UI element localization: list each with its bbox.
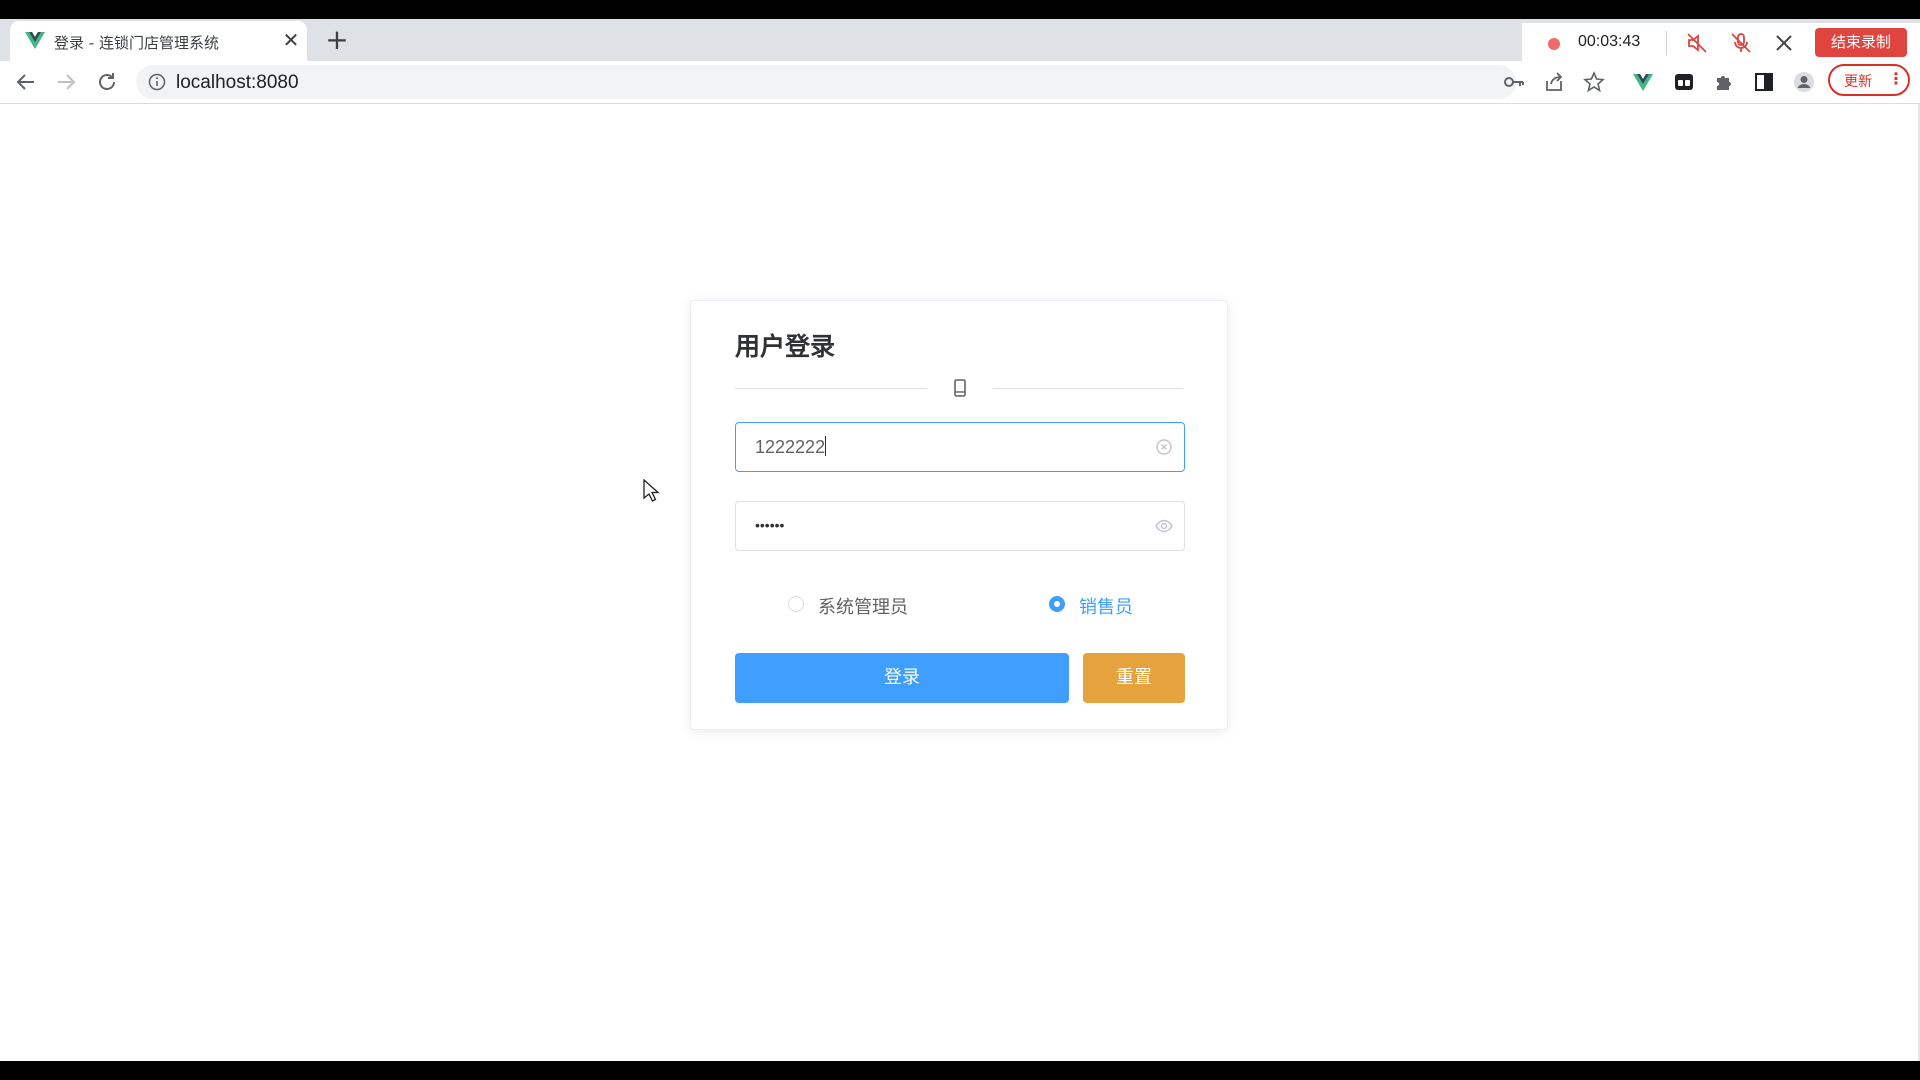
login-title: 用户登录 [735, 332, 836, 361]
mobile-phone-icon [954, 379, 966, 397]
radio-label[interactable]: 销售员 [1079, 593, 1133, 619]
divider-line [993, 388, 1183, 389]
extension-app-icon[interactable] [1673, 71, 1695, 93]
radio-circle[interactable] [788, 596, 804, 612]
profile-avatar-icon[interactable] [1793, 71, 1815, 93]
recorder-divider [1666, 31, 1667, 55]
screen-recorder-panel: 00:03:43 结束录制 [1522, 23, 1920, 61]
vue-logo-icon [25, 32, 45, 49]
new-tab-button[interactable]: + [322, 25, 352, 55]
login-card: 用户登录 1222222 •••••• 系统管理员 销售员 登录 重置 [690, 300, 1228, 730]
tab-title: 登录 - 连锁门店管理系统 [54, 34, 219, 52]
screen: 登录 - 连锁门店管理系统 ✕ + 00:03:43 结束录制 localhos… [0, 19, 1920, 1061]
recording-timer: 00:03:43 [1578, 33, 1641, 50]
reload-icon[interactable] [95, 70, 119, 94]
recorder-close-icon[interactable] [1772, 31, 1796, 55]
login-button[interactable]: 登录 [735, 653, 1069, 703]
bookmark-star-icon[interactable] [1583, 71, 1605, 93]
tab-strip: 登录 - 连锁门店管理系统 ✕ + 00:03:43 结束录制 [0, 19, 1920, 61]
divider-line [735, 388, 927, 389]
radio-circle-checked[interactable] [1049, 596, 1065, 612]
microphone-muted-icon[interactable] [1729, 31, 1753, 55]
browser-tab[interactable]: 登录 - 连锁门店管理系统 ✕ [10, 21, 307, 61]
text-caret [825, 436, 827, 456]
speaker-muted-icon[interactable] [1685, 31, 1709, 55]
mouse-pointer-icon [643, 479, 660, 502]
update-label: 更新 [1844, 74, 1872, 90]
side-panel-icon[interactable] [1753, 71, 1775, 93]
reset-button[interactable]: 重置 [1083, 653, 1185, 703]
update-button[interactable]: 更新 ⋮ [1828, 64, 1910, 96]
password-input[interactable]: •••••• [735, 501, 1185, 551]
clear-input-icon[interactable] [1154, 437, 1174, 457]
page-content: 用户登录 1222222 •••••• 系统管理员 销售员 登录 重置 [0, 104, 1920, 1061]
extensions-puzzle-icon[interactable] [1713, 71, 1735, 93]
back-arrow-icon[interactable] [14, 70, 38, 94]
address-bar[interactable]: localhost:8080 [136, 65, 1516, 99]
tab-close-icon[interactable]: ✕ [278, 27, 304, 53]
site-info-icon[interactable] [148, 73, 166, 91]
browser-menu-icon[interactable]: ⋮ [1888, 69, 1904, 88]
browser-toolbar: localhost:8080 更新 ⋮ [0, 61, 1920, 104]
username-input[interactable]: 1222222 [735, 422, 1185, 472]
url-text[interactable]: localhost:8080 [176, 72, 299, 94]
radio-label[interactable]: 系统管理员 [818, 593, 908, 619]
forward-arrow-icon[interactable] [54, 70, 78, 94]
share-icon[interactable] [1543, 71, 1565, 93]
password-key-icon[interactable] [1503, 71, 1525, 93]
show-password-eye-icon[interactable] [1154, 516, 1174, 536]
username-value[interactable]: 1222222 [755, 436, 827, 458]
password-value[interactable]: •••••• [755, 517, 784, 533]
vue-devtools-extension-icon[interactable] [1632, 71, 1654, 93]
recording-dot [1548, 38, 1560, 50]
stop-recording-button[interactable]: 结束录制 [1815, 28, 1907, 57]
